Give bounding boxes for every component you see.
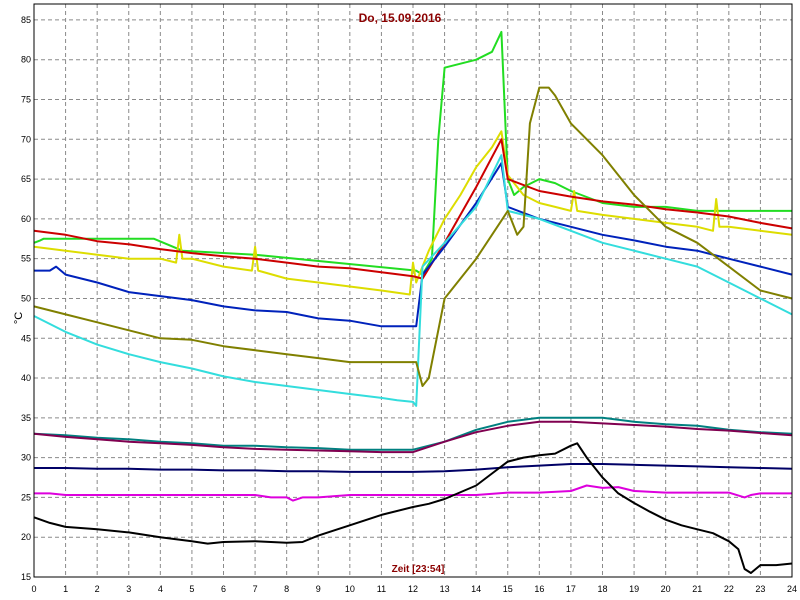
x-tick-label: 8 [284, 584, 289, 594]
y-axis-label: °C [13, 312, 25, 324]
x-tick-label: 7 [253, 584, 258, 594]
chart-title: Do, 15.09.2016 [359, 11, 442, 25]
y-tick-label: 35 [21, 413, 31, 423]
x-tick-label: 4 [158, 584, 163, 594]
x-tick-label: 18 [597, 584, 607, 594]
x-tick-label: 10 [345, 584, 355, 594]
x-tick-label: 15 [503, 584, 513, 594]
x-tick-label: 20 [661, 584, 671, 594]
y-tick-label: 80 [21, 55, 31, 65]
x-tick-label: 1 [63, 584, 68, 594]
y-tick-label: 85 [21, 15, 31, 25]
x-tick-label: 0 [31, 584, 36, 594]
x-tick-label: 24 [787, 584, 797, 594]
temperature-chart: 0 1 2 3 4 5 6 7 8 9 10 11 12 13 14 15 16 17 18 19 20 21 22 23 24… [0, 0, 800, 600]
x-tick-label: 17 [566, 584, 576, 594]
x-tick-label: 6 [221, 584, 226, 594]
y-tick-label: 40 [21, 373, 31, 383]
x-tick-label: 12 [408, 584, 418, 594]
y-tick-label: 65 [21, 174, 31, 184]
y-tick-label: 50 [21, 293, 31, 303]
x-tick-label: 21 [692, 584, 702, 594]
x-tick-label: 2 [95, 584, 100, 594]
y-tick-label: 70 [21, 134, 31, 144]
x-tick-label: 22 [724, 584, 734, 594]
x-tick-label: 11 [377, 584, 386, 594]
y-tick-label: 25 [21, 492, 31, 502]
y-tick-label: 15 [21, 572, 31, 582]
x-axis-label: Zeit [23:54] [392, 564, 445, 575]
x-tick-label: 16 [534, 584, 544, 594]
x-tick-label: 13 [440, 584, 450, 594]
x-tick-label: 19 [629, 584, 639, 594]
x-tick-label: 9 [316, 584, 321, 594]
x-tick-label: 3 [126, 584, 131, 594]
y-tick-label: 20 [21, 532, 31, 542]
y-tick-label: 30 [21, 453, 31, 463]
y-tick-label: 55 [21, 254, 31, 264]
y-tick-label: 45 [21, 333, 31, 343]
x-tick-label: 14 [471, 584, 481, 594]
x-tick-label: 23 [755, 584, 765, 594]
y-tick-label: 75 [21, 95, 31, 105]
x-tick-label: 5 [189, 584, 194, 594]
y-tick-label: 60 [21, 214, 31, 224]
